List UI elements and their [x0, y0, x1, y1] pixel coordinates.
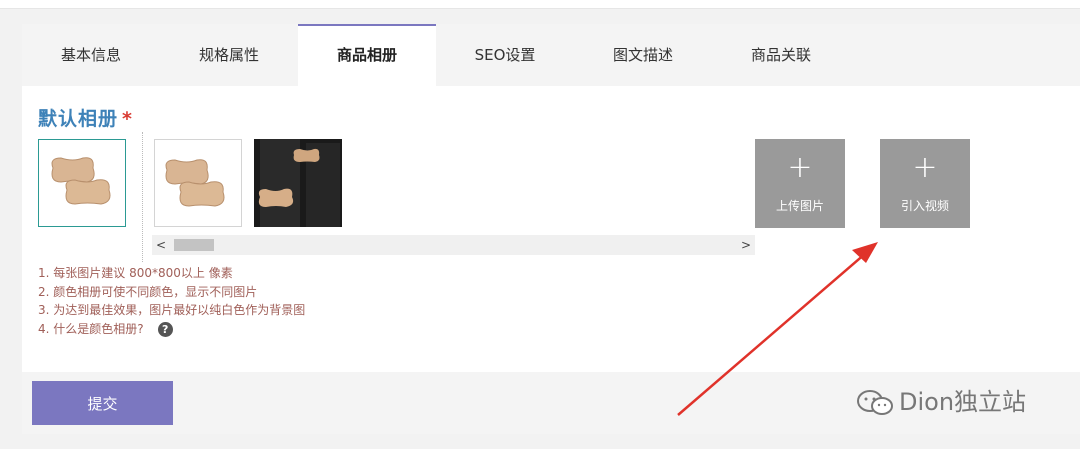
watermark: Dion独立站 — [855, 382, 1026, 418]
wechat-icon — [857, 390, 893, 415]
watermark-text: Dion独立站 — [899, 388, 1027, 416]
